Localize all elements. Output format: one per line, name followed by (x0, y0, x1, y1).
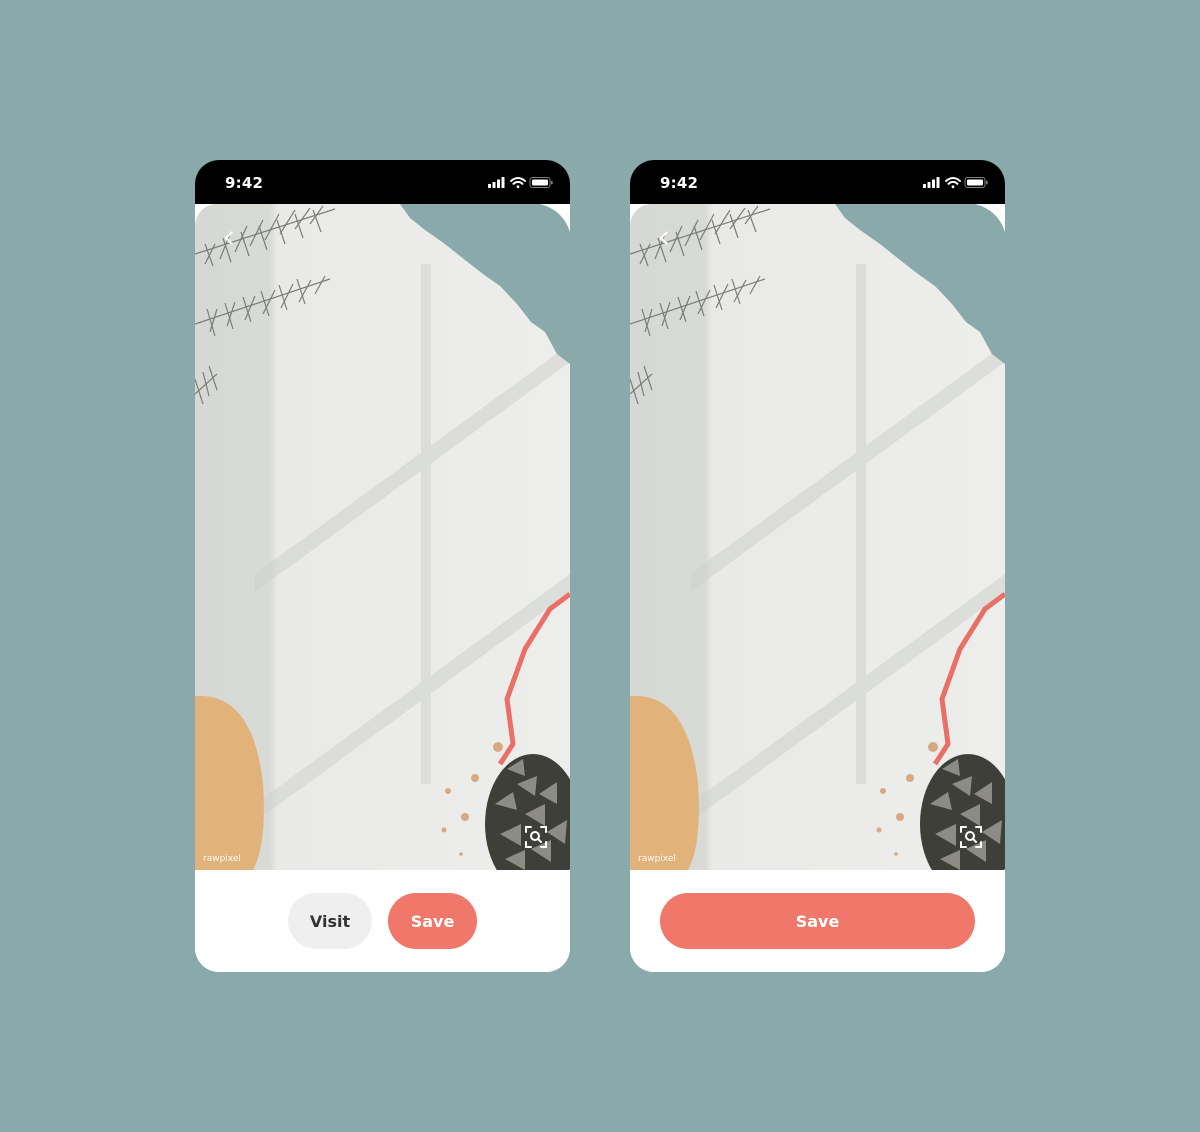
status-time: 9:42 (660, 174, 699, 192)
action-bar: Save (630, 870, 1005, 972)
status-time: 9:42 (225, 174, 264, 192)
phone-screen-save-only: 9:42 rawpixel Save (630, 160, 1005, 972)
phone-screen-visit-save: 9:42 rawpixel Visit Save (195, 160, 570, 972)
status-bar: 9:42 (195, 160, 570, 204)
pin-image-artwork (630, 204, 1005, 870)
back-button[interactable] (650, 224, 678, 252)
pin-image[interactable]: rawpixel (630, 204, 1005, 870)
back-button[interactable] (215, 224, 243, 252)
chevron-left-icon (224, 231, 233, 245)
status-icons (923, 176, 989, 190)
visual-search-button[interactable] (956, 822, 986, 852)
wifi-icon (510, 177, 526, 189)
visual-search-icon (525, 826, 547, 848)
action-bar: Visit Save (195, 870, 570, 972)
status-bar: 9:42 (630, 160, 1005, 204)
battery-icon (964, 177, 988, 188)
image-watermark: rawpixel (638, 854, 676, 864)
save-button[interactable]: Save (388, 893, 477, 949)
chevron-left-icon (659, 231, 668, 245)
cellular-signal-icon (923, 177, 940, 188)
wifi-icon (945, 177, 961, 189)
status-icons (488, 176, 554, 190)
pin-image[interactable]: rawpixel (195, 204, 570, 870)
battery-icon (529, 177, 553, 188)
visual-search-icon (960, 826, 982, 848)
pin-image-artwork (195, 204, 570, 870)
cellular-signal-icon (488, 177, 505, 188)
visit-button[interactable]: Visit (288, 893, 372, 949)
image-watermark: rawpixel (203, 854, 241, 864)
save-button[interactable]: Save (660, 893, 975, 949)
visual-search-button[interactable] (521, 822, 551, 852)
